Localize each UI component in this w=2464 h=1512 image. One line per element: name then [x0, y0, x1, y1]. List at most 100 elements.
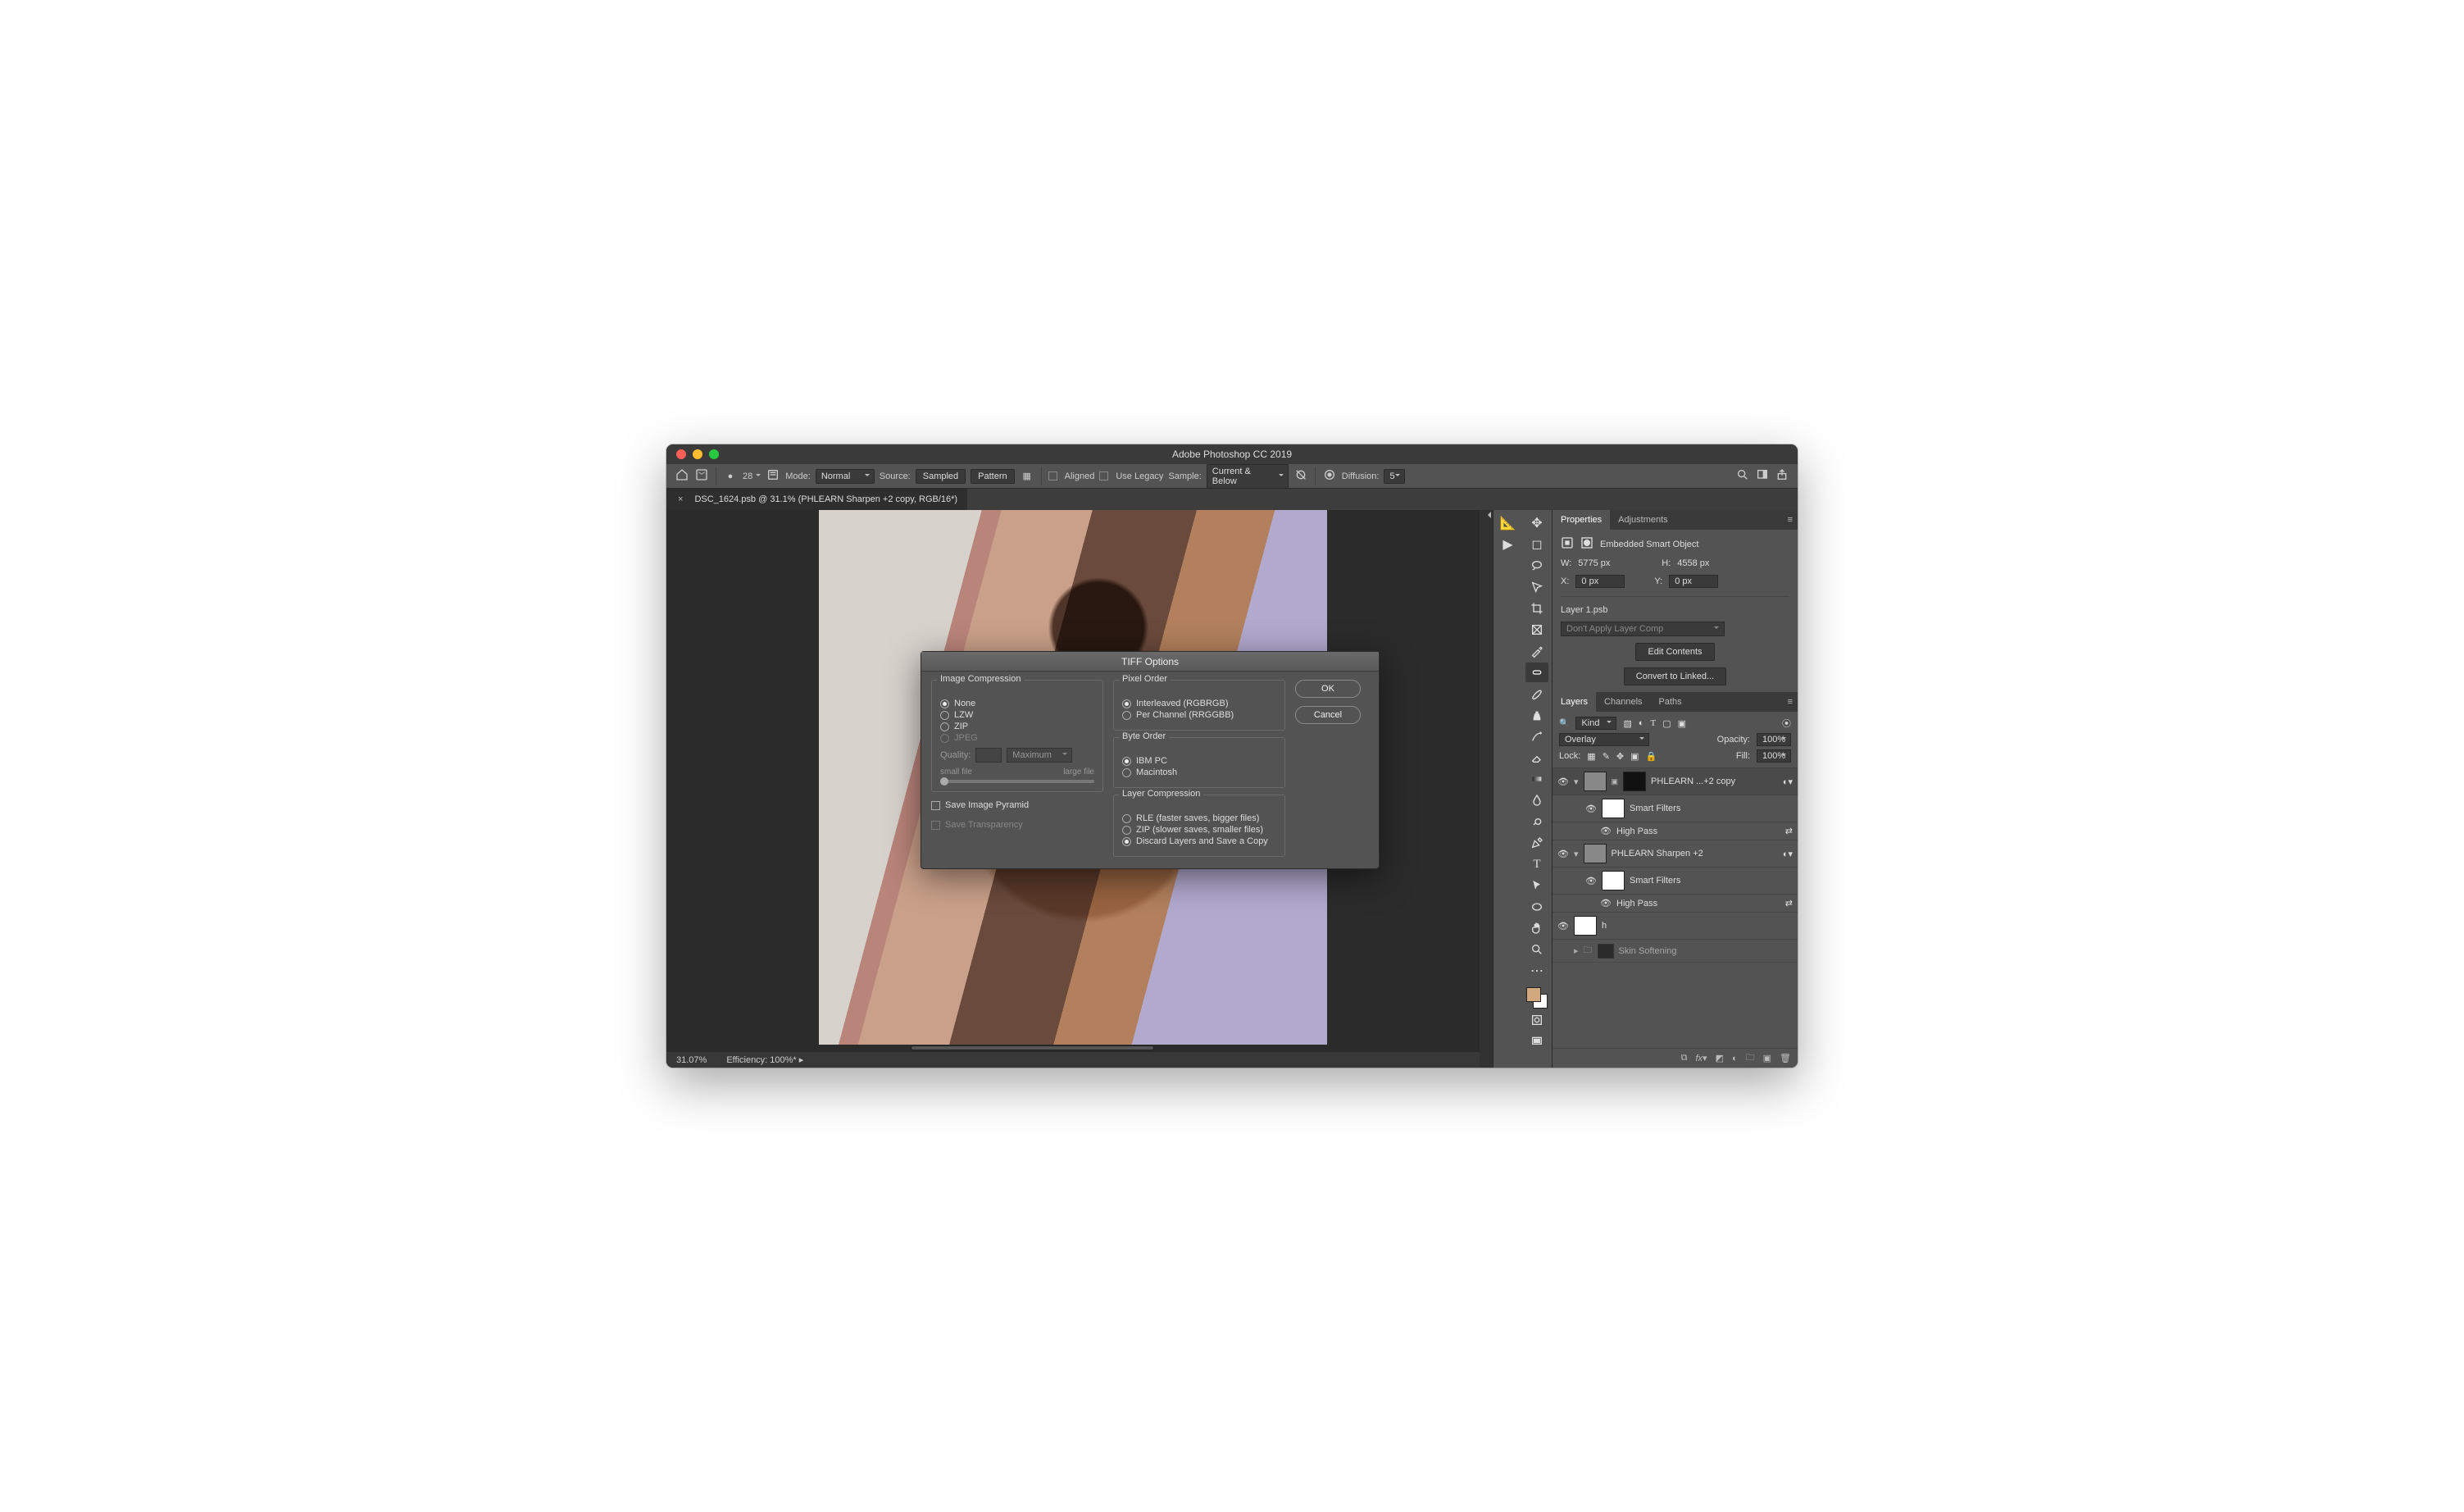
- lock-artboard-icon[interactable]: ▣: [1630, 751, 1639, 762]
- scrollbar-thumb[interactable]: [911, 1045, 1155, 1050]
- pattern-swatch-icon[interactable]: ▦: [1020, 471, 1034, 481]
- visibility-toggle-icon[interactable]: 👁: [1600, 826, 1612, 836]
- zoom-tool-icon[interactable]: [1525, 940, 1548, 959]
- document-tab[interactable]: × DSC_1624.psb @ 31.1% (PHLEARN Sharpen …: [666, 489, 967, 510]
- foreground-color-swatch[interactable]: [1526, 987, 1541, 1002]
- layer-compression-rle-radio[interactable]: RLE (faster saves, bigger files): [1122, 813, 1276, 823]
- tab-properties[interactable]: Properties: [1553, 510, 1610, 530]
- fill-field[interactable]: 100%: [1757, 749, 1791, 763]
- quick-mask-icon[interactable]: [1525, 1010, 1548, 1030]
- pixel-order-per-channel-radio[interactable]: Per Channel (RRGGBB): [1122, 710, 1276, 720]
- edit-contents-button[interactable]: Edit Contents: [1635, 643, 1714, 661]
- layer-row[interactable]: 👁 High Pass ⇄: [1553, 822, 1798, 840]
- layer-name-label[interactable]: Skin Softening: [1619, 946, 1793, 956]
- filter-blend-icon[interactable]: ⇄: [1785, 898, 1793, 909]
- ignore-adjustments-icon[interactable]: [1293, 468, 1308, 484]
- add-mask-icon[interactable]: ◩: [1716, 1053, 1724, 1063]
- layer-thumbnail[interactable]: [1584, 844, 1607, 863]
- filter-settings-icon[interactable]: ◐▾: [1783, 849, 1793, 859]
- layer-compression-discard-radio[interactable]: Discard Layers and Save a Copy: [1122, 836, 1276, 846]
- visibility-toggle-icon[interactable]: 👁: [1557, 849, 1569, 859]
- clone-stamp-tool-icon[interactable]: [1525, 705, 1548, 725]
- filter-name-label[interactable]: High Pass: [1616, 827, 1780, 836]
- healing-brush-tool-icon[interactable]: [1525, 663, 1548, 682]
- visibility-toggle-icon[interactable]: 👁: [1600, 898, 1612, 909]
- source-sampled-button[interactable]: Sampled: [916, 469, 966, 484]
- visibility-toggle-icon[interactable]: 👁: [1585, 804, 1597, 814]
- source-pattern-button[interactable]: Pattern: [971, 469, 1014, 484]
- aligned-checkbox[interactable]: [1048, 471, 1057, 480]
- mask-thumbnail[interactable]: [1598, 944, 1614, 959]
- new-layer-icon[interactable]: ▣: [1763, 1053, 1771, 1063]
- filter-settings-icon[interactable]: ◐▾: [1783, 776, 1793, 787]
- panel-menu-icon[interactable]: ≡: [1690, 692, 1798, 712]
- share-icon[interactable]: [1775, 468, 1789, 484]
- expand-icon[interactable]: ▾: [1574, 776, 1579, 787]
- color-swatches[interactable]: [1526, 987, 1548, 1009]
- new-group-icon[interactable]: 🗀: [1746, 1050, 1755, 1066]
- dodge-tool-icon[interactable]: [1525, 812, 1548, 831]
- visibility-toggle-icon[interactable]: 👁: [1557, 776, 1569, 787]
- filter-pixel-icon[interactable]: ▧: [1623, 718, 1631, 729]
- layer-row[interactable]: ▸ 🗀 Skin Softening: [1553, 940, 1798, 963]
- panel-collapse-handle[interactable]: [1480, 510, 1493, 1068]
- close-tab-icon[interactable]: ×: [673, 494, 688, 504]
- pen-tool-icon[interactable]: [1525, 833, 1548, 853]
- home-icon[interactable]: [675, 468, 689, 484]
- sample-select[interactable]: Current & Below: [1207, 464, 1289, 489]
- tab-layers[interactable]: Layers: [1553, 692, 1596, 712]
- type-tool-icon[interactable]: T: [1525, 854, 1548, 874]
- panel-menu-icon[interactable]: ≡: [1676, 510, 1798, 530]
- layer-filter-select[interactable]: Kind: [1575, 717, 1616, 730]
- filter-smart-icon[interactable]: ▣: [1678, 718, 1686, 729]
- visibility-toggle-icon[interactable]: 👁: [1585, 876, 1597, 886]
- compression-zip-radio[interactable]: ZIP: [940, 722, 1094, 731]
- layer-row[interactable]: 👁 Smart Filters: [1553, 868, 1798, 895]
- horizontal-scrollbar[interactable]: [666, 1045, 1480, 1051]
- filter-shape-icon[interactable]: ▢: [1662, 718, 1671, 729]
- blur-tool-icon[interactable]: [1525, 790, 1548, 810]
- layer-row[interactable]: 👁 ▾ ▣ PHLEARN ...+2 copy ◐▾: [1553, 768, 1798, 795]
- lock-position-icon[interactable]: ✥: [1616, 751, 1624, 762]
- x-field[interactable]: 0 px: [1575, 575, 1625, 588]
- layer-row[interactable]: 👁 High Pass ⇄: [1553, 895, 1798, 913]
- opacity-field[interactable]: 100%: [1757, 733, 1791, 746]
- blend-mode-select[interactable]: Overlay: [1559, 733, 1649, 746]
- expand-icon[interactable]: ▾: [1574, 849, 1579, 859]
- byte-order-mac-radio[interactable]: Macintosh: [1122, 767, 1276, 777]
- diffusion-select[interactable]: 5: [1384, 469, 1405, 484]
- filter-blend-icon[interactable]: ⇄: [1785, 826, 1793, 836]
- layer-row[interactable]: 👁 ▾ PHLEARN Sharpen +2 ◐▾: [1553, 840, 1798, 868]
- lock-transparency-icon[interactable]: ▦: [1587, 751, 1595, 762]
- frame-tool-icon[interactable]: [1525, 620, 1548, 640]
- chevron-right-icon[interactable]: ▸: [799, 1055, 804, 1065]
- lock-paint-icon[interactable]: ✎: [1603, 751, 1610, 762]
- efficiency-readout[interactable]: Efficiency: 100%*: [726, 1055, 796, 1065]
- marquee-tool-icon[interactable]: ◻: [1525, 535, 1548, 554]
- tab-channels[interactable]: Channels: [1596, 692, 1650, 712]
- brush-tool-icon[interactable]: [1525, 684, 1548, 704]
- layer-row[interactable]: 👁 h: [1553, 913, 1798, 940]
- layer-thumbnail[interactable]: [1574, 916, 1597, 936]
- shape-tool-icon[interactable]: [1525, 897, 1548, 917]
- edit-toolbar-icon[interactable]: ⋯: [1525, 961, 1548, 981]
- delete-layer-icon[interactable]: 🗑: [1780, 1053, 1791, 1063]
- filter-adjust-icon[interactable]: ◐: [1639, 718, 1644, 728]
- layer-row[interactable]: 👁 Smart Filters: [1553, 795, 1798, 822]
- lock-all-icon[interactable]: 🔒: [1646, 751, 1657, 762]
- convert-to-linked-button[interactable]: Convert to Linked...: [1624, 667, 1726, 685]
- chevron-down-icon[interactable]: [756, 474, 761, 479]
- cancel-button[interactable]: Cancel: [1295, 706, 1361, 724]
- byte-order-ibm-radio[interactable]: IBM PC: [1122, 756, 1276, 766]
- compression-none-radio[interactable]: None: [940, 699, 1094, 708]
- lasso-tool-icon[interactable]: [1525, 556, 1548, 576]
- ok-button[interactable]: OK: [1295, 680, 1361, 698]
- tab-paths[interactable]: Paths: [1651, 692, 1690, 712]
- filter-toggle-icon[interactable]: ⦿: [1782, 717, 1791, 730]
- filter-type-icon[interactable]: T: [1651, 718, 1657, 728]
- quick-select-tool-icon[interactable]: [1525, 577, 1548, 597]
- pixel-order-interleaved-radio[interactable]: Interleaved (RGBRGB): [1122, 699, 1276, 708]
- search-icon[interactable]: [1735, 468, 1750, 484]
- filter-name-label[interactable]: High Pass: [1616, 899, 1780, 909]
- brush-preview-icon[interactable]: ●: [723, 471, 738, 481]
